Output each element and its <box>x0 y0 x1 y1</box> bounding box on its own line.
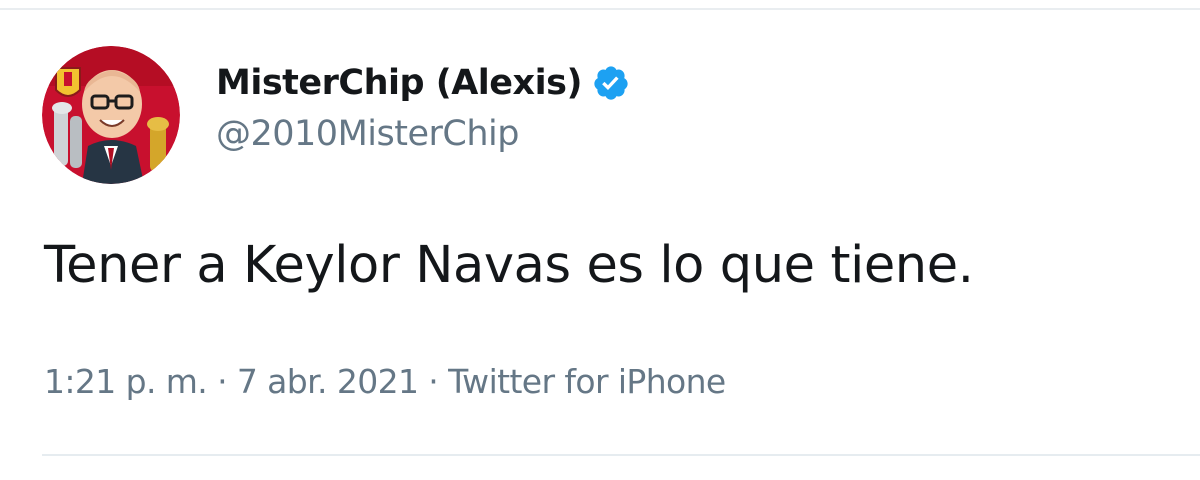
meta-separator: · <box>428 362 439 401</box>
meta-separator: · <box>217 362 227 401</box>
tweet-date[interactable]: 7 abr. 2021 <box>237 362 419 401</box>
avatar[interactable] <box>42 46 180 184</box>
author-name-row: MisterChip (Alexis) <box>216 58 630 108</box>
caricature-avatar-icon <box>42 46 180 184</box>
tweet-source[interactable]: Twitter for iPhone <box>448 362 726 401</box>
tweet-time[interactable]: 1:21 p. m. <box>44 362 208 401</box>
top-divider <box>0 8 1200 10</box>
bottom-divider <box>42 454 1200 456</box>
verified-badge-icon <box>594 66 628 100</box>
user-handle[interactable]: @2010MisterChip <box>216 114 519 154</box>
tweet-meta: 1:21 p. m. · 7 abr. 2021 · Twitter for i… <box>44 362 726 401</box>
tweet-text: Tener a Keylor Navas es lo que tiene. <box>44 236 974 295</box>
display-name[interactable]: MisterChip (Alexis) <box>216 63 582 103</box>
